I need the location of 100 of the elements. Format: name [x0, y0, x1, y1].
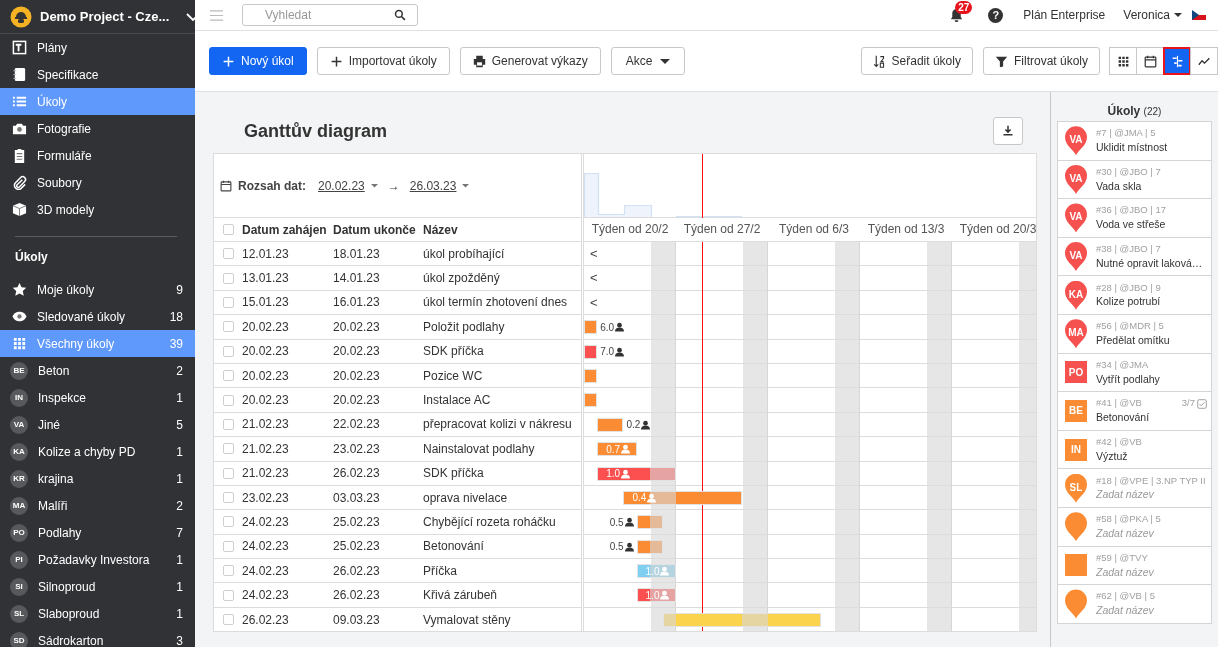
nav-item[interactable]: Fotografie	[0, 115, 195, 142]
checkbox[interactable]	[222, 272, 234, 284]
task-card[interactable]: VA #30 | @JBO | 7 Vada skla	[1057, 159, 1212, 200]
nav-item[interactable]: Soubory	[0, 169, 195, 196]
filter-item[interactable]: Sledované úkoly 18	[0, 303, 195, 330]
menu-icon[interactable]	[209, 7, 224, 23]
task-meta: #59 | @TVY	[1096, 551, 1148, 565]
filter-item[interactable]: VA Jiné 5	[0, 411, 195, 438]
actions-dropdown[interactable]: Akce	[610, 47, 686, 75]
toolbar-button[interactable]: Filtrovat úkoly	[982, 47, 1100, 75]
task-card[interactable]: VA #36 | @JBO | 17 Voda ve střeše	[1057, 198, 1212, 238]
project-name[interactable]: Demo Project - Cze...	[40, 6, 170, 27]
checkbox[interactable]	[222, 467, 234, 479]
checkbox[interactable]	[222, 370, 234, 382]
task-meta: #7 | @JMA | 5	[1096, 127, 1156, 141]
task-card[interactable]: VA #7 | @JMA | 5 Uklidit místnost	[1057, 121, 1212, 161]
filter-item[interactable]: KR krajina 1	[0, 465, 195, 492]
filter-item[interactable]: SD Sádrokarton 3	[0, 627, 195, 647]
star-icon	[12, 282, 27, 297]
view-toggle[interactable]	[1109, 47, 1137, 75]
checkbox[interactable]	[222, 321, 234, 333]
checkbox[interactable]	[222, 394, 234, 406]
bar-label: 0.7	[606, 443, 621, 456]
checkbox[interactable]	[222, 565, 234, 577]
task-meta: #58 | @PKA | 5	[1096, 513, 1161, 527]
filter-item[interactable]: PO Podlahy 7	[0, 519, 195, 546]
panel-title: Úkoly (22)	[1107, 104, 1162, 118]
bar-label: 0.4	[632, 491, 647, 504]
new-task-button[interactable]: Nový úkol	[209, 47, 307, 75]
checkbox[interactable]	[222, 248, 234, 260]
task-card[interactable]: BE #41 | @VB 3/7 Betonování	[1057, 391, 1212, 431]
column-header[interactable]: Datum zahájen	[242, 222, 327, 237]
nav-item[interactable]: Plány	[0, 34, 195, 61]
checkbox[interactable]	[222, 443, 234, 455]
user-menu[interactable]: Veronica	[1123, 6, 1182, 24]
task-meta: #42 | @VB	[1096, 436, 1142, 449]
item-count: 1	[176, 389, 183, 407]
date-picker-link[interactable]: 20.02.23	[318, 176, 365, 195]
filter-item[interactable]: SL Slaboproud 1	[0, 600, 195, 627]
paperclip-icon	[12, 175, 27, 190]
column-header[interactable]: Název	[423, 222, 458, 237]
filter-item[interactable]: KA Kolize a chyby PD 1	[0, 438, 195, 465]
task-card[interactable]: IN #42 | @VB Výztuž	[1057, 429, 1212, 470]
column-header[interactable]: Datum ukonče	[333, 222, 416, 237]
table-cell: 20.02.23	[333, 319, 380, 334]
table-cell: 20.02.23	[242, 319, 289, 334]
view-toggle[interactable]	[1190, 47, 1218, 75]
task-title: Zadat název	[1096, 603, 1155, 618]
table-cell: 23.02.23	[333, 441, 380, 456]
person-icon	[647, 492, 657, 503]
nav-item[interactable]: Specifikace	[0, 61, 195, 88]
table-cell: Položit podlahy	[423, 319, 505, 334]
toolbar-button[interactable]: Importovat úkoly	[316, 47, 450, 75]
task-card[interactable]: PO #34 | @JMA Vytřít podlahy	[1057, 352, 1212, 393]
nav-item[interactable]: 3D modely	[0, 196, 195, 223]
toolbar-button[interactable]: Generovat výkazy	[459, 47, 601, 75]
checkbox[interactable]	[222, 540, 234, 552]
task-card[interactable]: VA #38 | @JBO | 7 Nutné opravit laková…	[1057, 236, 1212, 277]
person-icon	[615, 346, 625, 357]
table-cell: 20.02.23	[333, 393, 380, 408]
checkbox[interactable]	[222, 492, 234, 504]
checkbox[interactable]	[222, 224, 234, 235]
help-button[interactable]: ?	[988, 7, 1004, 23]
view-toggle[interactable]	[1163, 47, 1191, 75]
filter-item[interactable]: SI Silnoproud 1	[0, 573, 195, 600]
item-count: 5	[176, 416, 183, 434]
filter-item[interactable]: IN Inspekce 1	[0, 384, 195, 411]
checkbox-icon	[1197, 398, 1207, 409]
view-toggle[interactable]	[1136, 47, 1164, 75]
bar-label: 6.0	[600, 320, 615, 335]
clipboard-icon	[12, 148, 27, 163]
page-title: Ganttův diagram	[243, 119, 388, 143]
table-cell: Příčka	[423, 563, 457, 578]
pin-marker: VA	[1065, 242, 1087, 272]
checkbox[interactable]	[222, 296, 234, 308]
nav-item[interactable]: Formuláře	[0, 142, 195, 169]
task-card[interactable]: MA #56 | @MDR | 5 Předělat omítku	[1057, 313, 1212, 354]
checkbox[interactable]	[222, 516, 234, 528]
filter-item[interactable]: Moje úkoly 9	[0, 276, 195, 303]
task-meta: #38 | @JBO | 7	[1096, 243, 1161, 256]
checkbox[interactable]	[222, 589, 234, 601]
toolbar-button[interactable]: Seřadit úkoly	[860, 47, 973, 75]
task-card[interactable]: KA #28 | @JBO | 9 Kolize potrubí	[1057, 275, 1212, 315]
item-count: 39	[169, 335, 183, 353]
caret-icon	[1174, 13, 1182, 17]
category-avatar: KA	[10, 442, 28, 461]
checkbox[interactable]	[222, 345, 234, 357]
notification-badge: 27	[955, 1, 973, 14]
checkbox[interactable]	[222, 418, 234, 430]
category-avatar: MA	[10, 496, 28, 515]
plus-icon	[222, 54, 235, 68]
plan-link[interactable]: Plán Enterprise	[1023, 6, 1106, 24]
date-picker-link[interactable]: 26.03.23	[409, 176, 457, 195]
calendar-icon	[220, 179, 232, 192]
checkbox[interactable]	[222, 614, 234, 626]
filter-item[interactable]: PI Požadavky Investora 1	[0, 546, 195, 573]
search-field[interactable]: Vyhledat	[242, 4, 418, 26]
download-button[interactable]	[993, 117, 1023, 145]
filter-item[interactable]: MA Malíři 2	[0, 492, 195, 519]
filter-item[interactable]: BE Beton 2	[0, 357, 195, 384]
